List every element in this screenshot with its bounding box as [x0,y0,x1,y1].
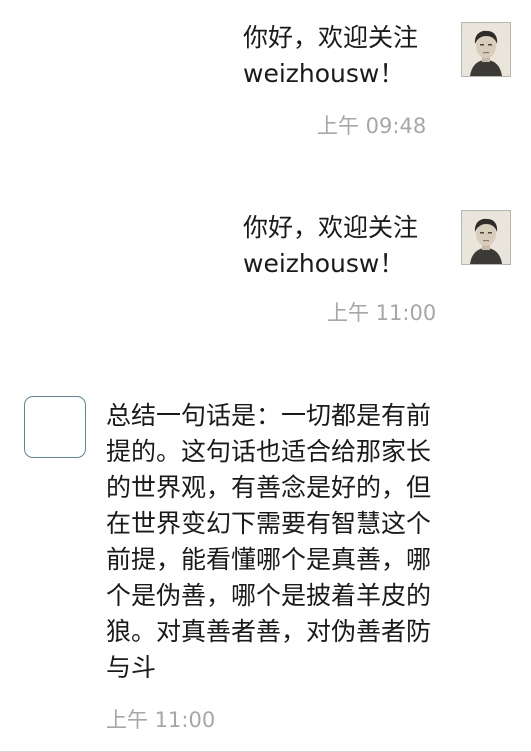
message-row-3: 总结一句话是：一切都是有前提的。这句话也适合给那家长的世界观，有善念是好的，但在… [0,380,531,752]
message-timestamp: 上午 11:00 [106,708,216,732]
portrait-photo-icon [462,211,510,264]
message-row-2: 你好，欢迎关注 weizhousw！ 上午 11:00 [0,190,531,340]
sender-avatar[interactable] [461,210,511,265]
message-bubble-text[interactable]: 总结一句话是：一切都是有前提的。这句话也适合给那家长的世界观，有善念是好的，但在… [106,398,440,686]
message-timestamp: 上午 11:00 [327,301,437,325]
message-bubble-text[interactable]: 你好，欢迎关注 weizhousw！ [243,210,443,282]
message-row-1: 你好，欢迎关注 weizhousw！ 上午 09:48 [0,0,531,150]
message-timestamp: 上午 09:48 [317,114,427,138]
message-line: 你好，欢迎关注 [243,23,419,52]
contact-avatar-placeholder[interactable] [24,396,86,458]
message-line: weizhousw！ [243,249,405,278]
sender-avatar[interactable] [461,22,511,77]
message-bubble-text[interactable]: 你好，欢迎关注 weizhousw！ [243,20,443,92]
portrait-photo-icon [462,23,510,76]
message-line: weizhousw！ [243,59,405,88]
message-line: 你好，欢迎关注 [243,213,419,242]
